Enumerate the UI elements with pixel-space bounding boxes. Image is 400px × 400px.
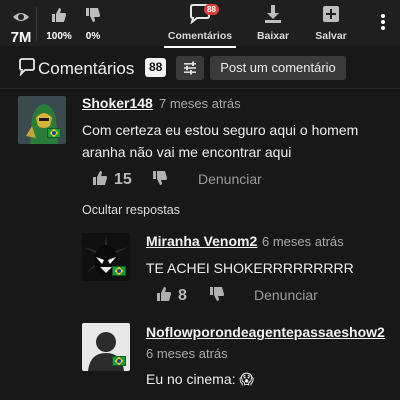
tab-comments[interactable]: 88 Comentários — [162, 4, 238, 48]
add-box-icon — [323, 6, 339, 22]
views-stat: 7M — [6, 6, 36, 46]
comment-text: Eu no cinema: 😱 — [146, 371, 254, 387]
brazil-flag-icon — [47, 128, 61, 138]
thumbs-down-icon — [210, 287, 224, 301]
comment-author[interactable]: Miranha Venom2 — [146, 233, 257, 249]
comments-header: Comentários 88 Post um comentário — [0, 52, 400, 86]
tab-comments-label: Comentários — [167, 30, 233, 42]
comment-timestamp: 6 meses atrás — [262, 234, 344, 249]
comment-author[interactable]: Noflowporondeagentepassaeshow2 — [146, 324, 385, 340]
hide-replies-link[interactable]: Ocultar respostas — [82, 203, 180, 217]
header-divider — [0, 88, 400, 89]
thumbs-down-icon — [153, 171, 167, 185]
active-tab-underline — [164, 46, 236, 48]
like-count: 8 — [178, 287, 187, 304]
brazil-flag-icon — [112, 356, 126, 366]
like-button[interactable]: 8 — [156, 286, 187, 307]
sort-filter-button[interactable] — [176, 56, 204, 80]
like-button[interactable]: 15 — [92, 170, 132, 191]
views-count: 7M — [10, 29, 32, 46]
tab-download-label: Baixar — [256, 30, 290, 42]
likes-stat[interactable]: 100% — [44, 6, 74, 42]
sliders-icon — [184, 61, 196, 75]
eye-icon — [13, 13, 29, 21]
comment-icon — [19, 58, 35, 76]
brazil-flag-icon — [112, 266, 126, 276]
thumbs-up-icon — [93, 171, 107, 185]
post-comment-button[interactable]: Post um comentário — [210, 56, 346, 80]
dislikes-stat[interactable]: 0% — [80, 6, 106, 42]
dislike-button[interactable] — [152, 170, 168, 191]
more-options-icon[interactable] — [376, 14, 390, 34]
comment-text: Com certeza eu estou seguro aqui o homem… — [82, 122, 359, 160]
comments-badge: 88 — [204, 4, 219, 15]
thumbs-up-icon — [157, 287, 171, 301]
tab-save-label: Salvar — [315, 30, 347, 42]
comment-timestamp: 6 meses atrás — [146, 346, 228, 361]
report-button[interactable]: Denunciar — [198, 171, 262, 187]
download-icon — [265, 5, 281, 23]
top-bar: 7M 100% 0% 88 Comentários Baixar Salvar — [0, 0, 400, 48]
comments-title: Comentários — [38, 59, 135, 78]
likes-percent: 100% — [46, 31, 72, 42]
thumbs-down-icon — [86, 8, 100, 22]
report-button[interactable]: Denunciar — [254, 287, 318, 303]
comments-count-badge: 88 — [145, 58, 167, 77]
dislike-button[interactable] — [209, 286, 225, 307]
comment-author[interactable]: Shoker148 — [82, 95, 153, 111]
comment-text: TE ACHEI SHOKERRRRRRRRR — [146, 260, 354, 276]
stats-divider — [36, 7, 37, 41]
dislikes-percent: 0% — [85, 31, 101, 42]
tab-download[interactable]: Baixar — [250, 4, 296, 42]
thumbs-up-icon — [52, 8, 66, 22]
comment-timestamp: 7 meses atrás — [159, 96, 241, 111]
tab-save[interactable]: Salvar — [308, 4, 354, 42]
like-count: 15 — [114, 171, 132, 188]
